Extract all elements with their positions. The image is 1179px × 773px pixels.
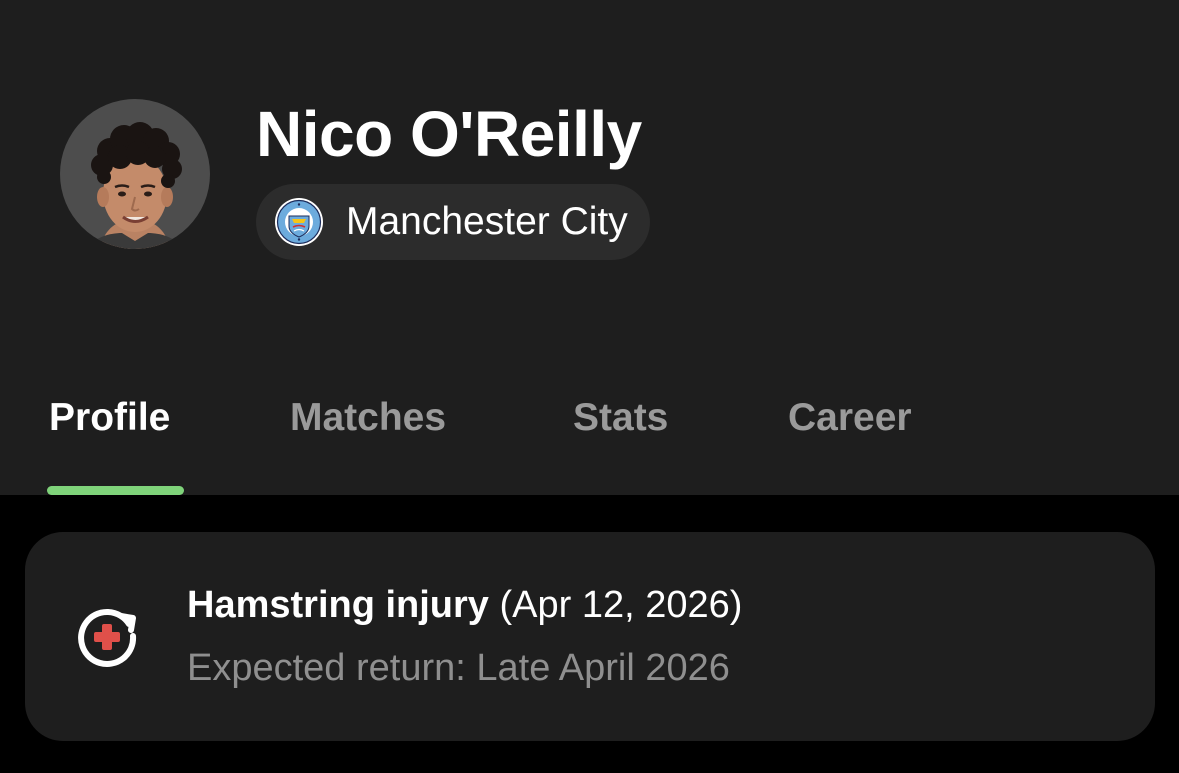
player-name: Nico O'Reilly <box>256 98 642 170</box>
injury-title: Hamstring injury (Apr 12, 2026) <box>187 582 742 628</box>
tab-matches[interactable]: Matches <box>290 396 446 440</box>
tab-career[interactable]: Career <box>788 396 912 440</box>
team-chip[interactable]: Manchester City <box>256 184 650 260</box>
injury-card[interactable]: Hamstring injury (Apr 12, 2026) Expected… <box>25 532 1155 741</box>
player-photo-icon <box>88 122 182 249</box>
manchester-city-crest-icon <box>275 198 323 246</box>
injury-type: Hamstring injury <box>187 584 489 626</box>
tab-bar: Profile Matches Stats Career <box>0 380 1179 495</box>
injury-return-icon <box>78 608 137 667</box>
tab-stats[interactable]: Stats <box>573 396 668 440</box>
team-name: Manchester City <box>346 200 628 243</box>
player-header: Nico O'Reilly Manchester City Profile Ma… <box>0 0 1179 495</box>
active-tab-indicator <box>47 486 184 495</box>
injury-date: (Apr 12, 2026) <box>499 584 743 626</box>
injury-expected-return: Expected return: Late April 2026 <box>187 647 730 689</box>
player-avatar <box>60 99 210 249</box>
tab-profile[interactable]: Profile <box>49 396 170 440</box>
